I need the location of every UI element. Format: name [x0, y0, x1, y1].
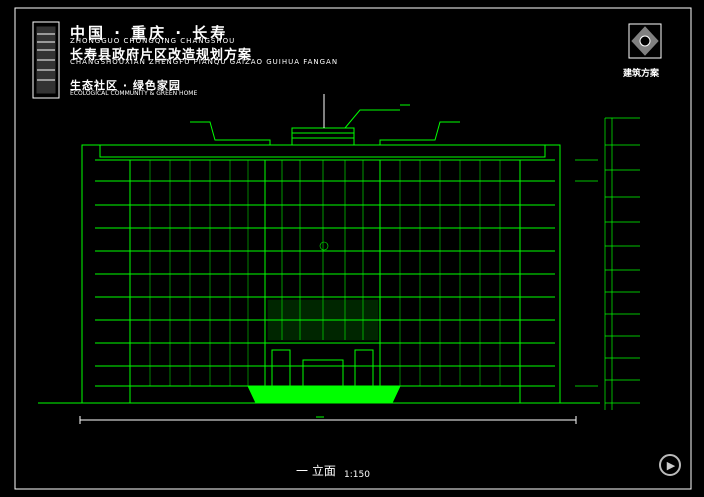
header-ornament [32, 21, 60, 99]
project-subtitle-en: ECOLOGICAL COMMUNITY & GREEN HOME [70, 90, 198, 97]
drawing-scale: 1:150 [344, 470, 370, 480]
window-grid [149, 160, 501, 386]
elevation-drawing [14, 7, 692, 490]
project-title-pinyin: CHANGSHOUXIAN ZHENGFU PIANQU GAIZAO GUIH… [70, 58, 339, 66]
building [81, 144, 561, 404]
logo-label: 建筑方案 [623, 69, 660, 79]
logo-mark [628, 23, 662, 59]
entrance [247, 349, 401, 404]
play-button[interactable]: ▶ [659, 454, 681, 476]
level-markers [575, 117, 640, 410]
dimension-line [79, 416, 577, 424]
curtain-wall [267, 160, 379, 341]
drawing-caption: 一 立面 [296, 464, 336, 478]
play-icon: ▶ [666, 458, 676, 472]
rooftop [190, 94, 460, 146]
